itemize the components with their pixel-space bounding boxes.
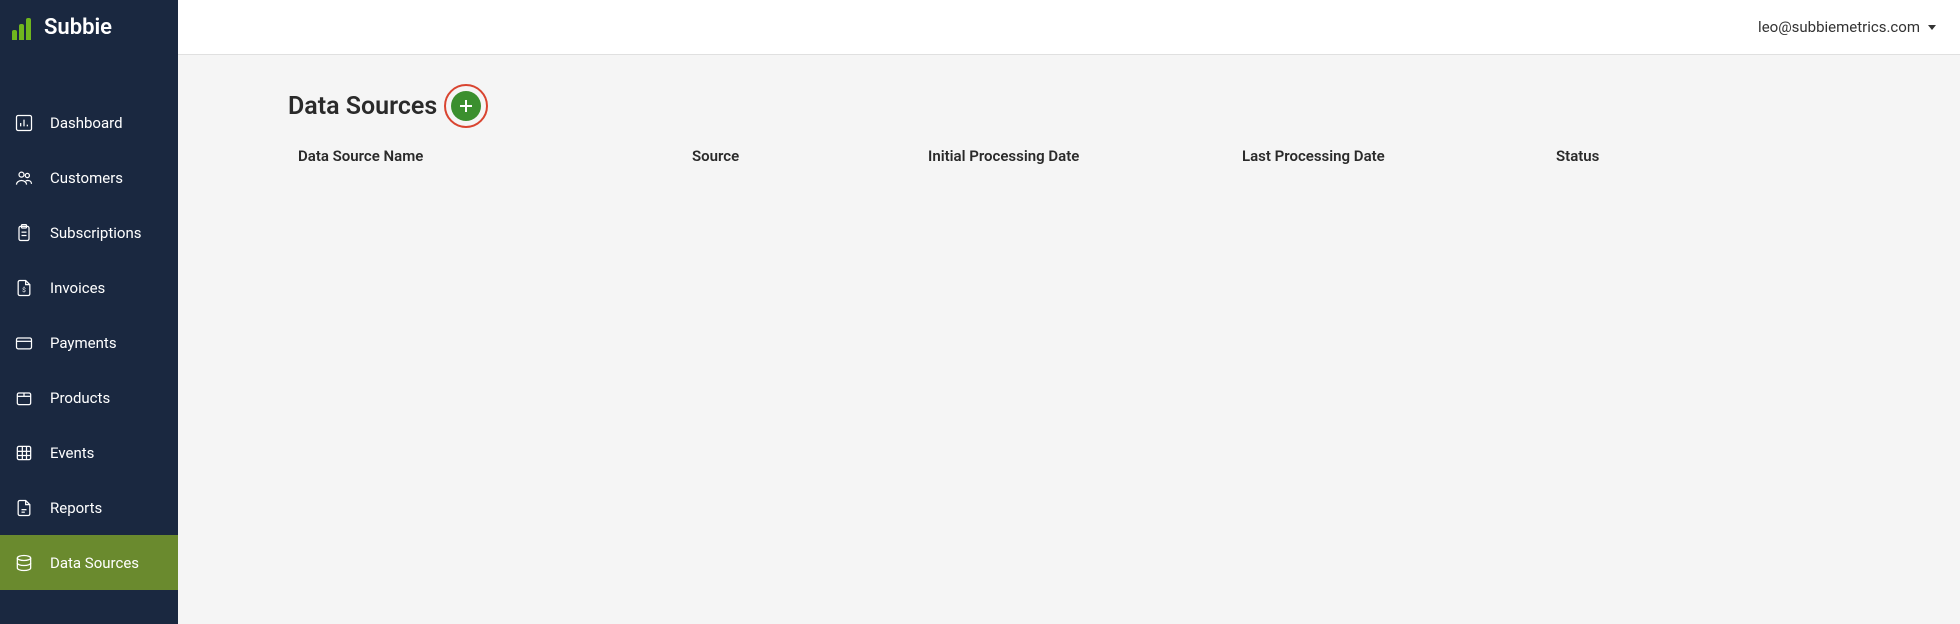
sidebar-item-invoices[interactable]: $ Invoices (0, 260, 178, 315)
sidebar-item-label: Products (50, 389, 110, 407)
credit-card-icon (14, 333, 34, 353)
sidebar-item-label: Subscriptions (50, 224, 141, 242)
caret-down-icon (1928, 25, 1936, 30)
sidebar-item-label: Reports (50, 499, 102, 517)
file-icon (14, 498, 34, 518)
sidebar-item-label: Events (50, 444, 94, 462)
sidebar-item-subscriptions[interactable]: Subscriptions (0, 205, 178, 260)
column-header-initial-date: Initial Processing Date (928, 147, 1242, 165)
sidebar-item-label: Data Sources (50, 554, 139, 572)
clipboard-icon (14, 223, 34, 243)
nav-items: Dashboard Customers Subscriptions $ (0, 55, 178, 590)
sidebar-item-events[interactable]: Events (0, 425, 178, 480)
sidebar-item-label: Invoices (50, 279, 105, 297)
sidebar-item-products[interactable]: Products (0, 370, 178, 425)
svg-text:$: $ (22, 286, 26, 294)
sidebar-item-payments[interactable]: Payments (0, 315, 178, 370)
sidebar-item-reports[interactable]: Reports (0, 480, 178, 535)
column-header-status: Status (1556, 147, 1840, 165)
user-menu[interactable]: leo@subbiemetrics.com (1758, 18, 1936, 36)
header: leo@subbiemetrics.com (178, 0, 1960, 55)
sidebar-item-label: Customers (50, 169, 123, 187)
app-name: Subbie (44, 15, 112, 40)
box-icon (14, 388, 34, 408)
user-email: leo@subbiemetrics.com (1758, 18, 1920, 36)
bar-chart-icon (14, 113, 34, 133)
users-icon (14, 168, 34, 188)
page-title: Data Sources (288, 92, 437, 121)
file-dollar-icon: $ (14, 278, 34, 298)
sidebar-item-data-sources[interactable]: Data Sources (0, 535, 178, 590)
page-header: Data Sources (288, 91, 1850, 121)
content: Data Sources Data Source Name Source Ini… (178, 55, 1960, 624)
column-header-last-date: Last Processing Date (1242, 147, 1556, 165)
sidebar-item-dashboard[interactable]: Dashboard (0, 95, 178, 150)
column-header-source: Source (692, 147, 928, 165)
sidebar-item-customers[interactable]: Customers (0, 150, 178, 205)
table-header: Data Source Name Source Initial Processi… (288, 139, 1850, 173)
grid-icon (14, 443, 34, 463)
sidebar-item-label: Dashboard (50, 114, 123, 132)
main-area: leo@subbiemetrics.com Data Sources Data … (178, 0, 1960, 624)
add-data-source-button[interactable] (451, 91, 481, 121)
sidebar: Subbie Dashboard Customers (0, 0, 178, 624)
logo-section: Subbie (0, 0, 178, 55)
database-icon (14, 553, 34, 573)
column-header-name: Data Source Name (298, 147, 692, 165)
logo-icon (12, 16, 36, 40)
sidebar-item-label: Payments (50, 334, 117, 352)
